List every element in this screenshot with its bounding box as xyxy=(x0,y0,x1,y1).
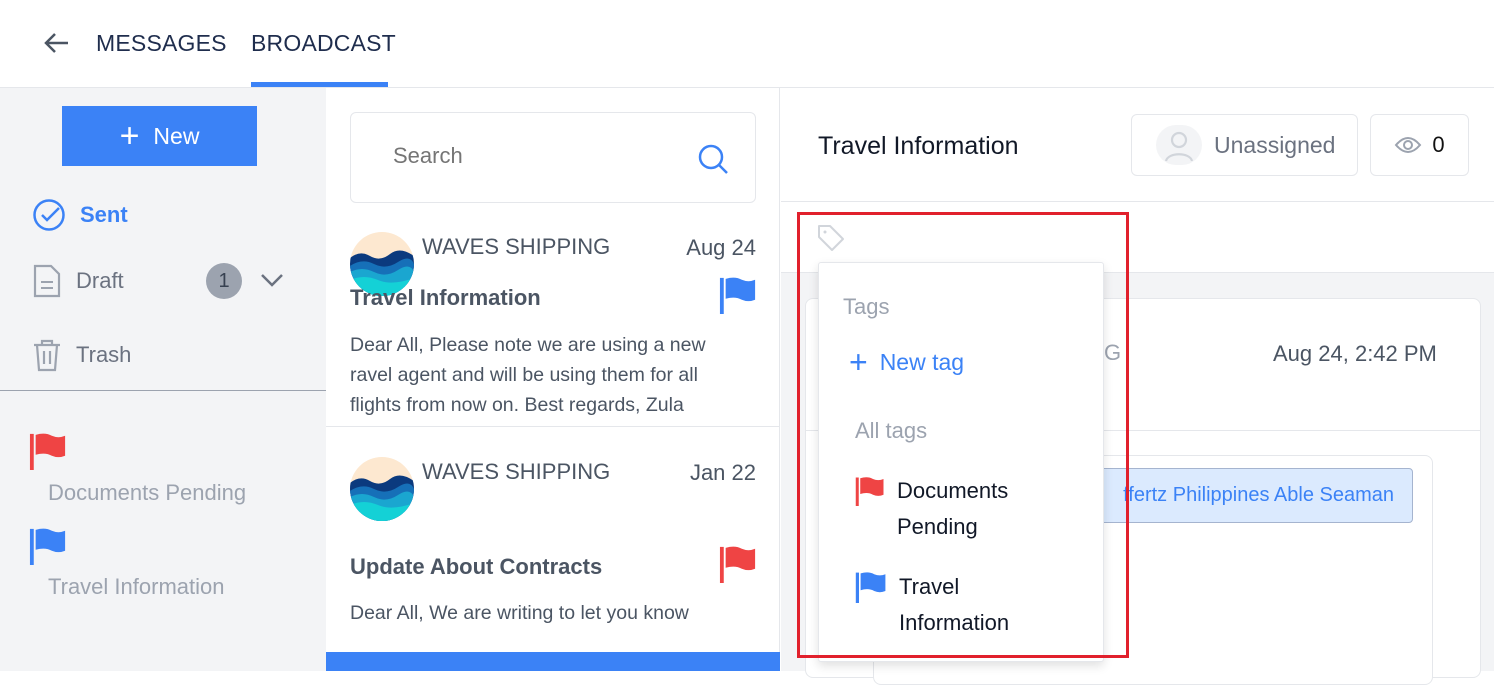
sidebar-item-draft[interactable]: Draft xyxy=(32,264,124,298)
tag-option-documents-pending[interactable]: Documents Pending xyxy=(855,473,1008,545)
plus-icon: + xyxy=(119,117,140,155)
message-date: Jan 22 xyxy=(689,460,756,485)
eye-icon xyxy=(1395,137,1422,153)
dropdown-header: Tags xyxy=(843,294,890,319)
document-icon xyxy=(33,264,61,298)
sidebar-tag-documents-pending[interactable]: Documents Pending xyxy=(48,480,246,506)
active-tab-indicator xyxy=(251,82,388,87)
user-icon xyxy=(1156,125,1202,165)
tab-broadcast[interactable]: BROADCAST xyxy=(251,30,396,57)
tag-icon[interactable] xyxy=(816,223,846,253)
search-icon[interactable] xyxy=(697,143,729,175)
tag-dropdown: Tags + New tag All tags Documents Pending … xyxy=(818,262,1104,662)
sidebar-tag-travel-information[interactable]: Travel Information xyxy=(48,574,224,600)
all-tags-label: All tags xyxy=(855,418,928,443)
message-preview: Dear All, Please note we are using a new… xyxy=(350,334,706,416)
flag-icon xyxy=(855,571,887,603)
arrow-left-icon[interactable] xyxy=(44,32,70,54)
sender-name: G xyxy=(1104,340,1122,365)
flag-icon xyxy=(29,432,67,470)
detail-title: Travel Information xyxy=(818,132,1019,160)
new-button[interactable]: + New xyxy=(62,106,257,166)
message-timestamp: Aug 24, 2:42 PM xyxy=(1273,341,1437,366)
flag-icon xyxy=(719,545,757,583)
check-circle-icon xyxy=(33,199,65,231)
message-sender: WAVES SHIPPING xyxy=(422,459,611,484)
message-date: Aug 24 xyxy=(686,235,756,260)
sidebar-item-sent[interactable]: Sent xyxy=(32,198,128,232)
tab-messages[interactable]: MESSAGES xyxy=(96,30,227,57)
plus-icon: + xyxy=(849,344,868,380)
assignee-button[interactable]: Unassigned xyxy=(1131,114,1358,176)
tag-option-travel-information[interactable]: Travel Information xyxy=(855,569,1009,641)
message-subject: Update About Contracts xyxy=(350,554,603,579)
chevron-down-icon[interactable] xyxy=(260,272,284,288)
search-input[interactable] xyxy=(393,143,673,169)
flag-icon xyxy=(29,527,67,565)
message-preview: Dear All, We are writing to let you know xyxy=(350,602,689,624)
recipient-chip[interactable]: ffertz Philippines Able Seaman xyxy=(1070,468,1413,523)
draft-count-badge: 1 xyxy=(206,263,242,299)
flag-icon xyxy=(719,276,757,314)
selected-message-item[interactable] xyxy=(326,652,780,671)
flag-icon xyxy=(855,475,885,507)
sidebar-item-trash[interactable]: Trash xyxy=(32,338,131,372)
message-subject: Travel Information xyxy=(350,285,541,310)
divider xyxy=(326,426,780,427)
new-tag-button[interactable]: + New tag xyxy=(849,346,964,378)
avatar xyxy=(350,457,414,521)
trash-icon xyxy=(34,339,60,372)
sidebar-divider xyxy=(0,390,326,391)
message-sender: WAVES SHIPPING xyxy=(422,234,611,259)
views-button[interactable]: 0 xyxy=(1370,114,1469,176)
search-box[interactable] xyxy=(350,112,756,203)
